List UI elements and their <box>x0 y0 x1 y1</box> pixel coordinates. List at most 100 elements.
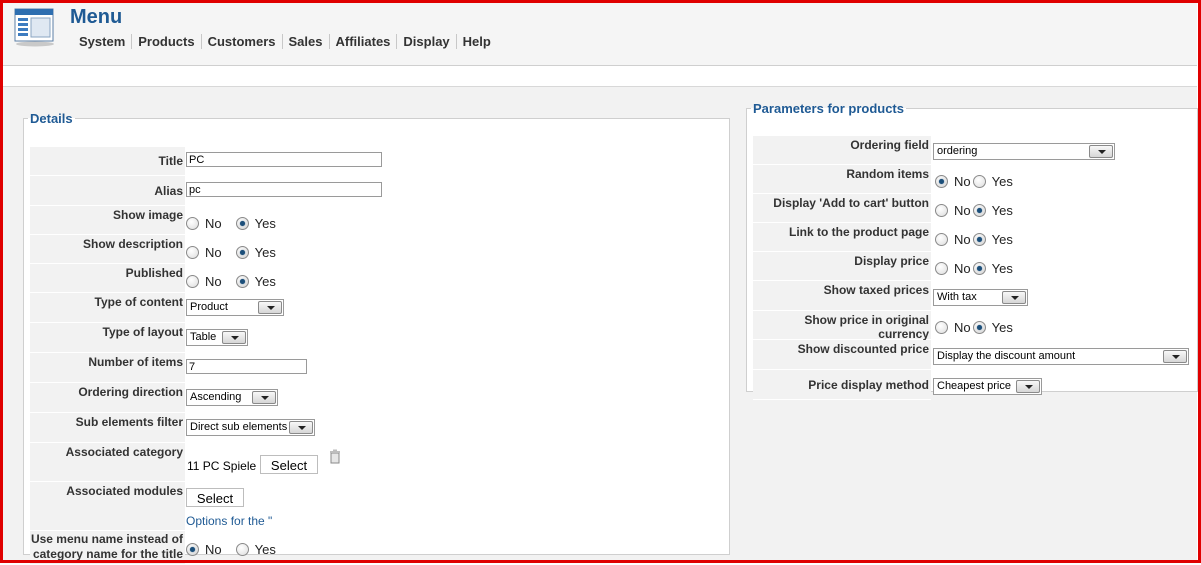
ordering-direction-label: Ordering direction <box>78 385 183 399</box>
menu-system[interactable]: System <box>73 34 133 49</box>
row-discounted-price: Show discounted price <box>753 340 931 370</box>
row-link-product-page: Link to the product page <box>753 223 931 252</box>
show-image-no-radio[interactable] <box>186 217 199 231</box>
ordering-field-select[interactable]: ordering <box>933 143 1115 160</box>
sub-elements-filter-label: Sub elements filter <box>75 415 183 429</box>
show-taxed-prices-label: Show taxed prices <box>823 283 929 297</box>
parameters-legend: Parameters for products <box>753 101 904 116</box>
menu-display[interactable]: Display <box>397 34 457 49</box>
row-ordering-direction: Ordering direction <box>30 383 185 413</box>
row-published: Published <box>30 264 185 293</box>
type-of-layout-select[interactable]: Table <box>186 329 248 346</box>
associated-category-label: Associated category <box>65 445 183 459</box>
row-type-of-content: Type of content <box>30 293 185 323</box>
ordering-direction-select[interactable]: Ascending <box>186 389 278 406</box>
chevron-down-icon <box>1089 145 1113 158</box>
display-price-no-radio[interactable] <box>935 262 948 276</box>
random-items-no-radio[interactable] <box>935 175 948 189</box>
original-currency-no-radio[interactable] <box>935 321 948 335</box>
menu-customers[interactable]: Customers <box>202 34 283 49</box>
row-use-menu-name: Use menu name instead of category name f… <box>30 531 185 565</box>
row-show-image: Show image <box>30 206 185 235</box>
show-description-yes-radio[interactable] <box>235 246 249 260</box>
use-menu-name-no-radio[interactable] <box>186 543 199 557</box>
sub-elements-filter-select[interactable]: Direct sub elements <box>186 419 315 436</box>
row-number-of-items: Number of items <box>30 353 185 383</box>
show-image-radio: No Yes <box>186 215 290 231</box>
use-menu-name-label-1: Use menu name instead of <box>30 532 183 546</box>
menu-help[interactable]: Help <box>457 34 497 49</box>
menu-products[interactable]: Products <box>132 34 202 49</box>
details-legend: Details <box>30 111 73 126</box>
random-items-radio: No Yes <box>935 173 1027 189</box>
alias-input[interactable]: pc <box>186 182 382 197</box>
price-display-method-select[interactable]: Cheapest price <box>933 378 1042 395</box>
original-currency-yes-radio[interactable] <box>972 321 986 335</box>
menu-affiliates[interactable]: Affiliates <box>330 34 398 49</box>
details-fieldset: Details Title PC Alias pc Show image No Y… <box>23 111 730 565</box>
link-product-page-label: Link to the product page <box>789 225 929 239</box>
row-type-of-layout: Type of layout <box>30 323 185 353</box>
show-image-yes-radio[interactable] <box>235 217 249 231</box>
alias-label: Alias <box>154 184 183 198</box>
options-link[interactable]: Options for the " <box>186 514 272 528</box>
toolbar-header: Menu System Products Customers Sales Aff… <box>3 3 1197 66</box>
show-image-label: Show image <box>112 208 183 222</box>
chevron-down-icon <box>289 421 313 434</box>
price-display-method-label: Price display method <box>808 378 929 392</box>
menu-manager-icon <box>14 8 54 47</box>
chevron-down-icon <box>1002 291 1026 304</box>
published-no-radio[interactable] <box>186 275 199 289</box>
row-price-display-method: Price display method <box>753 370 931 400</box>
row-add-to-cart: Display 'Add to cart' button <box>753 194 931 223</box>
random-items-yes-radio[interactable] <box>972 175 986 189</box>
row-original-currency: Show price in original currency <box>753 311 931 341</box>
type-of-layout-label: Type of layout <box>102 325 183 339</box>
select-modules-button[interactable]: Select <box>186 488 244 507</box>
row-show-description: Show description <box>30 235 185 264</box>
title-label: Title <box>158 154 183 168</box>
link-product-page-radio: No Yes <box>935 231 1027 247</box>
published-label: Published <box>125 266 183 280</box>
discounted-price-select[interactable]: Display the discount amount <box>933 348 1189 365</box>
chevron-down-icon <box>252 391 276 404</box>
display-price-yes-radio[interactable] <box>972 262 986 276</box>
discounted-price-label: Show discounted price <box>797 342 929 356</box>
display-price-radio: No Yes <box>935 260 1027 276</box>
row-sub-elements-filter: Sub elements filter <box>30 413 185 443</box>
row-ordering-field: Ordering field <box>753 136 931 165</box>
row-show-taxed-prices: Show taxed prices <box>753 281 931 311</box>
original-currency-radio: No Yes <box>935 319 1027 335</box>
menu-sales[interactable]: Sales <box>283 34 330 49</box>
use-menu-name-radio: No Yes <box>186 541 290 557</box>
row-associated-modules: Associated modules <box>30 482 185 531</box>
select-category-button[interactable]: Select <box>260 455 318 474</box>
chevron-down-icon <box>1016 380 1040 393</box>
add-to-cart-no-radio[interactable] <box>935 204 948 218</box>
link-product-page-no-radio[interactable] <box>935 233 948 247</box>
use-menu-name-label-2: category name for the title <box>32 547 183 561</box>
show-description-radio: No Yes <box>186 244 290 260</box>
show-description-no-radio[interactable] <box>186 246 199 260</box>
published-yes-radio[interactable] <box>235 275 249 289</box>
use-menu-name-yes-radio[interactable] <box>235 543 249 557</box>
link-product-page-yes-radio[interactable] <box>972 233 986 247</box>
number-of-items-label: Number of items <box>88 355 183 369</box>
associated-category-value: 11 PC Spiele <box>187 459 257 473</box>
type-of-content-select[interactable]: Product <box>186 299 284 316</box>
add-to-cart-label: Display 'Add to cart' button <box>773 196 929 210</box>
row-display-price: Display price <box>753 252 931 281</box>
chevron-down-icon <box>258 301 282 314</box>
show-description-label: Show description <box>82 237 183 251</box>
trash-icon[interactable] <box>329 449 341 464</box>
main-menu: System Products Customers Sales Affiliat… <box>73 34 497 49</box>
title-input[interactable]: PC <box>186 152 382 167</box>
number-of-items-input[interactable]: 7 <box>186 359 307 374</box>
row-associated-category: Associated category <box>30 443 185 482</box>
add-to-cart-radio: No Yes <box>935 202 1027 218</box>
chevron-down-icon <box>222 331 246 344</box>
show-taxed-prices-select[interactable]: With tax <box>933 289 1028 306</box>
add-to-cart-yes-radio[interactable] <box>972 204 986 218</box>
parameters-fieldset: Parameters for products Ordering field o… <box>746 101 1198 400</box>
row-title: Title <box>30 147 185 176</box>
